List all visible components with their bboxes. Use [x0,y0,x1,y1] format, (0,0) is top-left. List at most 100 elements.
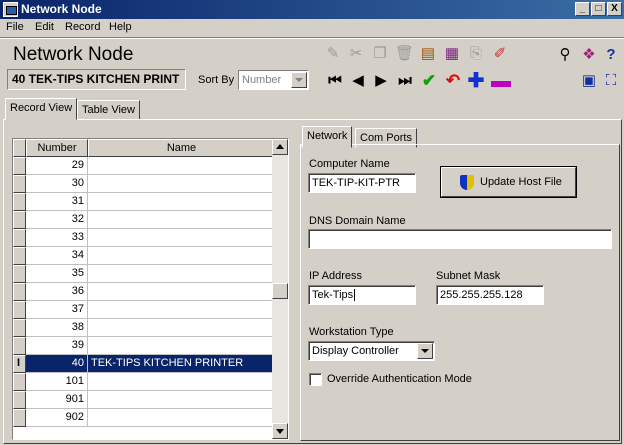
menu-edit[interactable]: Edit [35,21,54,33]
save-check-icon[interactable]: ✔ [420,72,438,90]
row-selector[interactable] [13,211,26,229]
table-row[interactable]: 902 [13,409,275,427]
table-row[interactable]: 34 [13,247,275,265]
cell-name[interactable] [88,301,275,319]
add-icon[interactable]: ✚ [467,71,485,91]
cell-number[interactable]: 101 [26,373,88,391]
table-row[interactable]: 39 [13,337,275,355]
cell-number[interactable]: 36 [26,283,88,301]
maximize-button[interactable]: □ [591,2,606,16]
grid-vertical-scrollbar[interactable] [272,139,288,439]
cell-number[interactable]: 35 [26,265,88,283]
cell-name[interactable] [88,373,275,391]
network-icon[interactable]: ⛶ [602,72,620,90]
cell-name[interactable] [88,175,275,193]
computer-name-input[interactable]: TEK-TIP-KIT-PTR [308,173,416,193]
cell-number[interactable]: 34 [26,247,88,265]
sort-by-dropdown-button[interactable] [291,72,307,88]
cell-name[interactable] [88,337,275,355]
table-row[interactable]: 38 [13,319,275,337]
table-row[interactable]: 31 [13,193,275,211]
scroll-thumb[interactable] [272,283,288,299]
override-authentication-checkbox[interactable] [309,373,322,386]
book-icon[interactable]: ❖ [580,46,598,64]
column-header-number[interactable]: Number [26,139,88,157]
row-selector[interactable] [13,373,26,391]
cell-number[interactable]: 29 [26,157,88,175]
table-row[interactable]: I 40 TEK-TIPS KITCHEN PRINTER [13,355,275,373]
cell-number[interactable]: 38 [26,319,88,337]
row-selector[interactable]: I [13,355,26,373]
table-row[interactable]: 35 [13,265,275,283]
cell-number[interactable]: 31 [26,193,88,211]
cell-name[interactable] [88,319,275,337]
cell-name[interactable] [88,193,275,211]
table-row[interactable]: 36 [13,283,275,301]
cell-name[interactable] [88,247,275,265]
cell-number[interactable]: 40 [26,355,88,373]
workstation-type-dropdown-button[interactable] [417,343,433,359]
copy-icon[interactable]: ❐ [371,45,389,63]
row-selector[interactable] [13,301,26,319]
help-icon[interactable]: ? [602,46,620,64]
monitor-icon[interactable]: ▣ [580,72,598,90]
table-row[interactable]: 32 [13,211,275,229]
records-grid[interactable]: Number Name 29 30 31 32 33 34 35 36 37 38 39 I 40 TEK… [12,138,289,440]
ip-address-input[interactable]: Tek-Tips [308,285,416,305]
cell-number[interactable]: 39 [26,337,88,355]
cell-name[interactable] [88,211,275,229]
row-selector[interactable] [13,229,26,247]
cell-name[interactable] [88,265,275,283]
find-binoculars-icon[interactable]: ⚲ [556,46,574,64]
workstation-type-select[interactable]: Display Controller [308,341,435,361]
close-button[interactable]: X [607,2,622,16]
delete-icon[interactable]: 🗑 [395,45,414,63]
minimize-button[interactable]: _ [575,2,590,16]
cell-name[interactable] [88,283,275,301]
tab-table-view[interactable]: Table View [77,100,140,120]
menu-record[interactable]: Record [65,21,100,33]
cell-number[interactable]: 30 [26,175,88,193]
update-host-file-button[interactable]: Update Host File [441,167,576,197]
row-selector[interactable] [13,319,26,337]
cell-name[interactable] [88,157,275,175]
table-row[interactable]: 101 [13,373,275,391]
column-header-name[interactable]: Name [88,139,275,157]
print-icon[interactable]: ▦ [443,45,461,63]
table-row[interactable]: 29 [13,157,275,175]
next-record-icon[interactable]: ▶ [372,72,390,90]
cell-number[interactable]: 901 [26,391,88,409]
row-selector[interactable] [13,265,26,283]
row-selector[interactable] [13,337,26,355]
cut-icon[interactable]: ✂ [347,45,365,63]
dns-domain-name-input[interactable] [308,229,612,249]
cell-name[interactable] [88,229,275,247]
cell-name[interactable] [88,391,275,409]
cell-number[interactable]: 33 [26,229,88,247]
print-preview-icon[interactable]: ▤ [419,45,437,63]
row-selector[interactable] [13,193,26,211]
last-record-icon[interactable]: ⏭ [396,72,414,90]
row-selector[interactable] [13,247,26,265]
row-selector[interactable] [13,175,26,193]
row-selector[interactable] [13,283,26,301]
sort-by-select[interactable]: Number [238,70,309,90]
first-record-icon[interactable]: ⏮ [326,72,344,90]
scroll-up-button[interactable] [272,139,288,155]
scroll-down-button[interactable] [272,423,288,439]
edit-icon[interactable]: ✎ [324,45,342,63]
cell-name[interactable]: TEK-TIPS KITCHEN PRINTER [88,355,275,373]
paint-icon[interactable]: ✐ [491,45,509,63]
cell-name[interactable] [88,409,275,427]
cell-number[interactable]: 37 [26,301,88,319]
subnet-mask-input[interactable]: 255.255.255.128 [436,285,544,305]
tab-network[interactable]: Network [302,126,353,148]
table-row[interactable]: 33 [13,229,275,247]
menu-help[interactable]: Help [109,21,132,33]
cell-number[interactable]: 902 [26,409,88,427]
row-selector[interactable] [13,391,26,409]
tab-record-view[interactable]: Record View [5,98,78,120]
table-row[interactable]: 37 [13,301,275,319]
row-selector[interactable] [13,409,26,427]
undo-icon[interactable]: ↶ [444,72,462,90]
